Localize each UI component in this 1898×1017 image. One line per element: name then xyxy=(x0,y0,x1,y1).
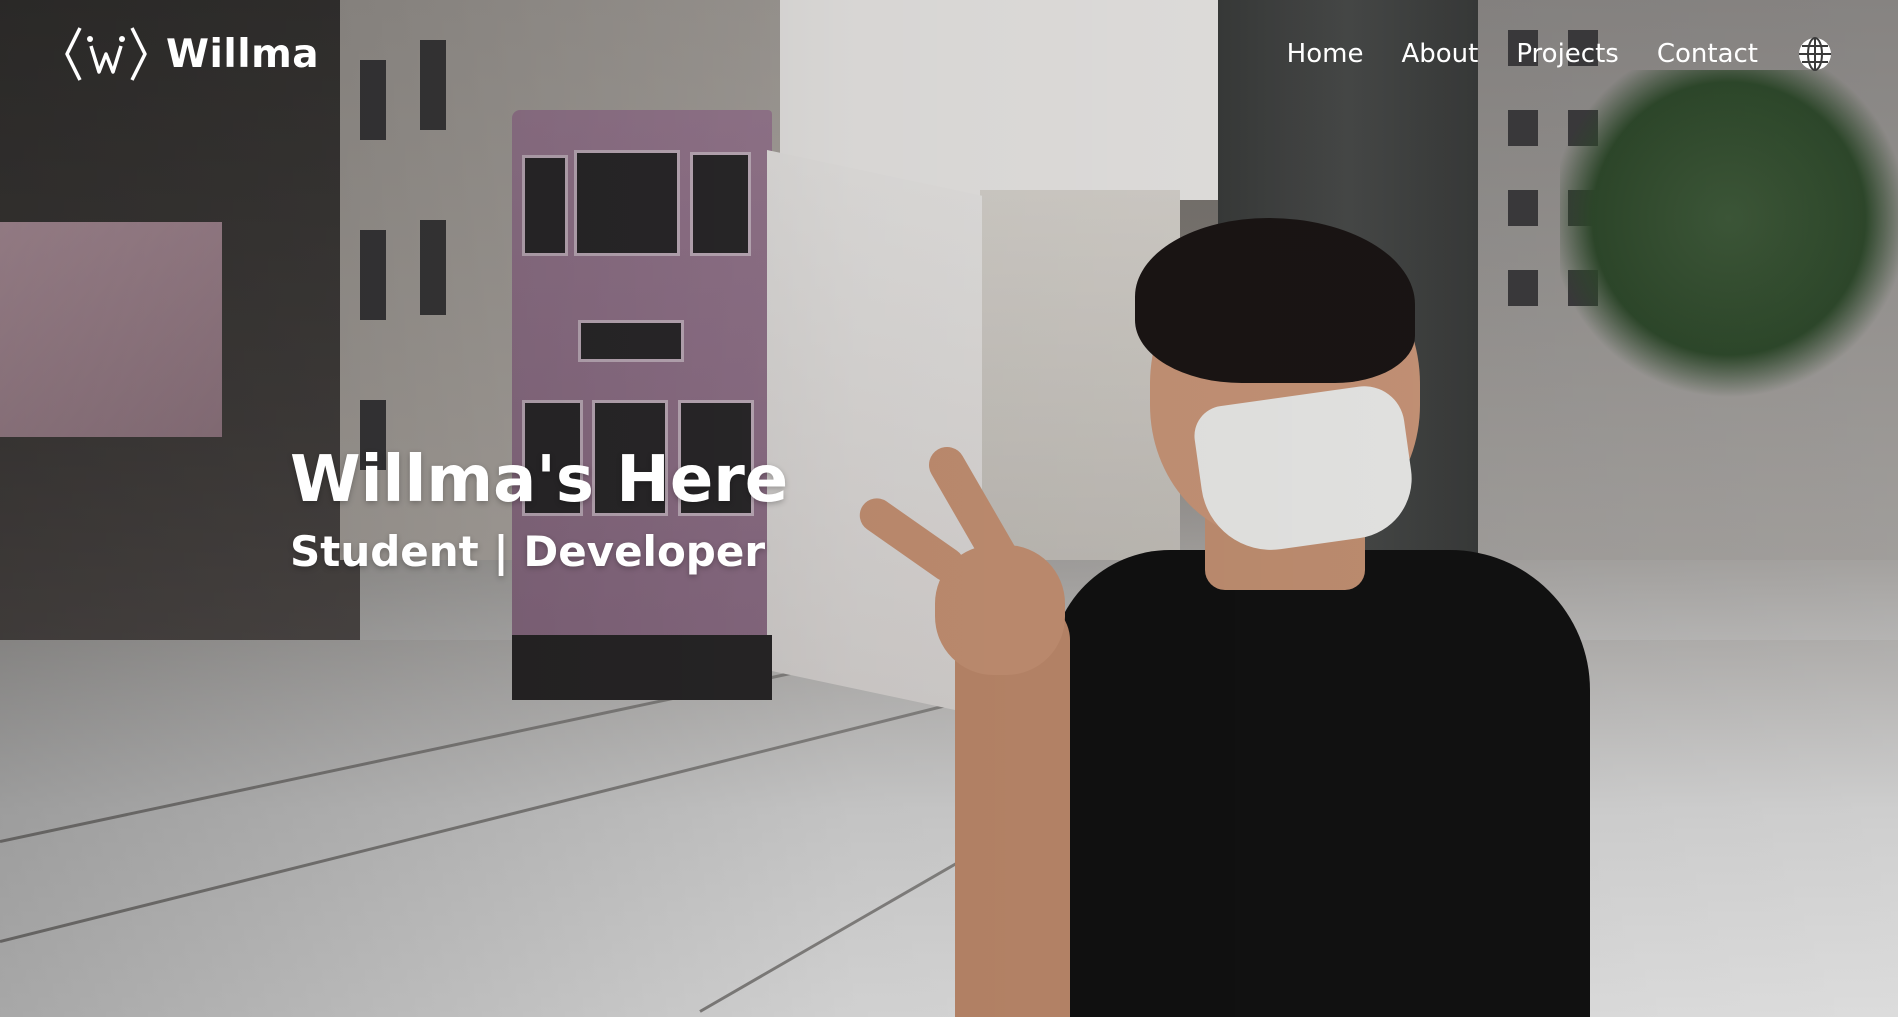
background-overlay xyxy=(0,0,1898,1017)
w-chevron-logo-icon xyxy=(65,27,147,81)
hero-background-photo xyxy=(0,0,1898,1017)
hero-section: Willma Home About Projects Contact Willm… xyxy=(0,0,1898,1017)
nav-contact-link[interactable]: Contact xyxy=(1657,32,1758,76)
hero-subtitle: Student | Developer xyxy=(290,527,766,576)
brand-logo-link[interactable]: Willma xyxy=(64,22,319,86)
nav-about-link[interactable]: About xyxy=(1401,32,1478,76)
globe-icon xyxy=(1799,37,1831,71)
brand-name: Willma xyxy=(166,31,320,77)
hero-title: Willma's Here xyxy=(290,443,789,517)
nav-projects-link[interactable]: Projects xyxy=(1516,32,1619,76)
nav-links: Home About Projects Contact xyxy=(1287,32,1898,76)
top-navbar: Willma Home About Projects Contact xyxy=(0,0,1898,110)
nav-home-link[interactable]: Home xyxy=(1287,32,1364,76)
language-button[interactable] xyxy=(1796,35,1834,73)
